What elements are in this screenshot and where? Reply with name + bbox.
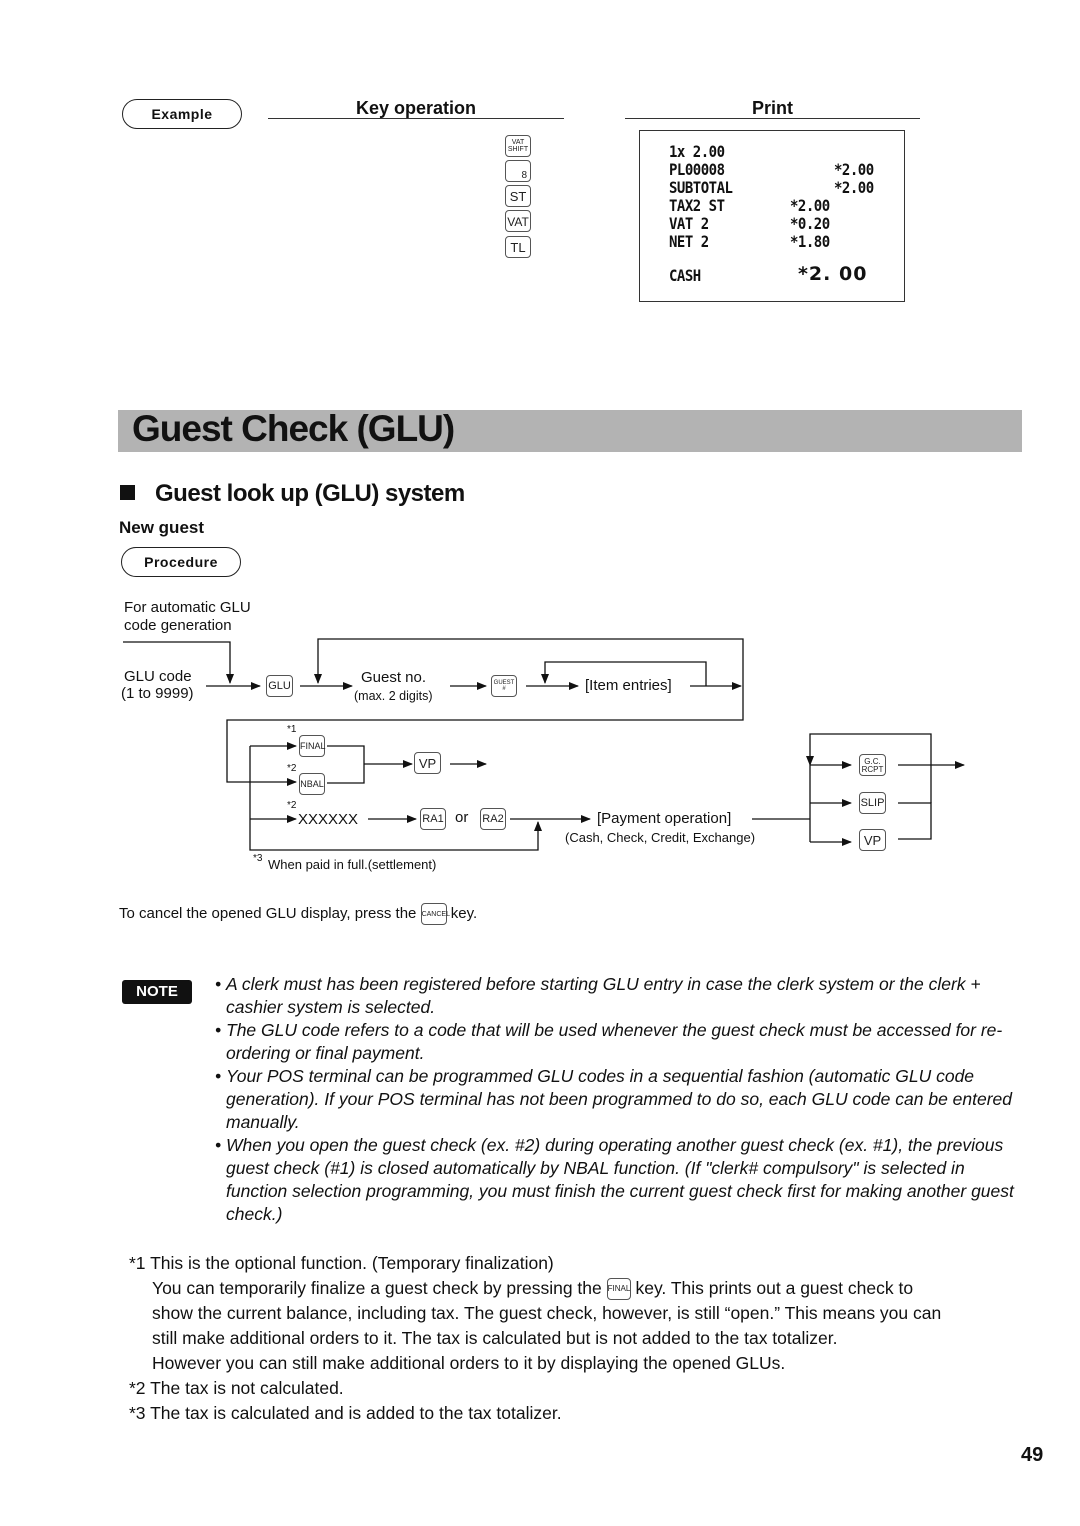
footnote-1-line3: show the current balance, including tax.… [152,1303,942,1323]
payment-operation-label: [Payment operation] [597,810,732,827]
footnote-mark-1: *1 [287,724,297,735]
vp-key: VP [414,752,441,774]
note-item: • A clerk must has been registered before… [215,973,1025,1019]
glu-code-label: GLU code [124,668,192,685]
nbal-key: NBAL [299,773,325,795]
bullet-icon: • [215,1066,222,1086]
note-badge: NOTE [122,980,192,1004]
guest-number-key: GUEST # [491,675,517,697]
guest-no-note: (max. 2 digits) [354,689,433,703]
note-item: • Your POS terminal can be programmed GLU… [215,1065,1025,1134]
key-label: RCPT [861,765,884,774]
final-nbal-merge [327,745,365,784]
note-item: • When you open the guest check (ex. #2) … [215,1134,1025,1226]
payment-types-label: (Cash, Check, Credit, Exchange) [565,830,756,845]
footnote-1-line2: You can temporarily finalize a guest che… [152,1276,913,1301]
xxxxxx-label: XXXXXX [298,811,359,828]
settlement-branch [249,746,542,851]
key-label: # [502,686,506,692]
flow-diagram-lines [123,638,965,851]
footnote-2: *2 The tax is not calculated. [129,1378,344,1398]
footnote-3: *3 The tax is calculated and is added to… [129,1403,562,1423]
glu-code-range: (1 to 9999) [121,685,194,702]
ra1-key: RA1 [420,808,446,830]
cancel-text-before: To cancel the opened GLU display, press … [119,904,417,922]
slip-vp-merge [898,802,932,840]
glu-key: GLU [266,675,293,697]
note-item: • The GLU code refers to a code that will… [215,1019,1025,1065]
footnote-text: key. This prints out a guest check to [635,1278,914,1298]
cancel-text-after: key. [450,904,478,922]
guest-no-label: Guest no. [361,669,427,686]
cancel-key: CANCEL [420,903,450,925]
bullet-icon: • [215,1020,222,1040]
or-label: or [455,809,469,826]
auto-gen-label-line1: For automatic GLU [124,599,251,616]
ra2-key: RA2 [480,808,506,830]
gc-rcpt-key: G.C. RCPT [859,754,886,776]
footnote-text: You can temporarily finalize a guest che… [152,1278,602,1298]
footnote-mark-2a: *2 [287,763,297,774]
footnote-mark-2b: *2 [287,800,297,811]
settlement-note: When paid in full.(settlement) [268,857,437,872]
footnote-mark-3: *3 [253,853,263,864]
item-entries-label: [Item entries] [585,677,672,694]
note-text: Your POS terminal can be programmed GLU … [226,1066,1013,1132]
note-text: A clerk must has been registered before … [226,974,981,1017]
vp-key-2: VP [859,829,886,851]
cancel-instruction: To cancel the opened GLU display, press … [119,903,477,925]
note-text: The GLU code refers to a code that will … [226,1020,1003,1063]
footnote-1-title: *1 This is the optional function. (Tempo… [129,1253,554,1273]
final-key: FINAL [299,735,326,757]
footnote-1-line5: However you can still make additional or… [152,1353,786,1373]
slip-key: SLIP [859,792,886,814]
auto-gen-label-line2: code generation [124,617,232,634]
page-number: 49 [1021,1444,1044,1466]
note-text: When you open the guest check (ex. #2) d… [226,1135,1014,1224]
bullet-icon: • [215,974,222,994]
down-to-nbal-arrow [226,686,744,786]
final-key-inline: FINAL [606,1278,631,1301]
bullet-icon: • [215,1135,222,1155]
footnote-1-line4: still make additional orders to it. The … [152,1328,838,1348]
